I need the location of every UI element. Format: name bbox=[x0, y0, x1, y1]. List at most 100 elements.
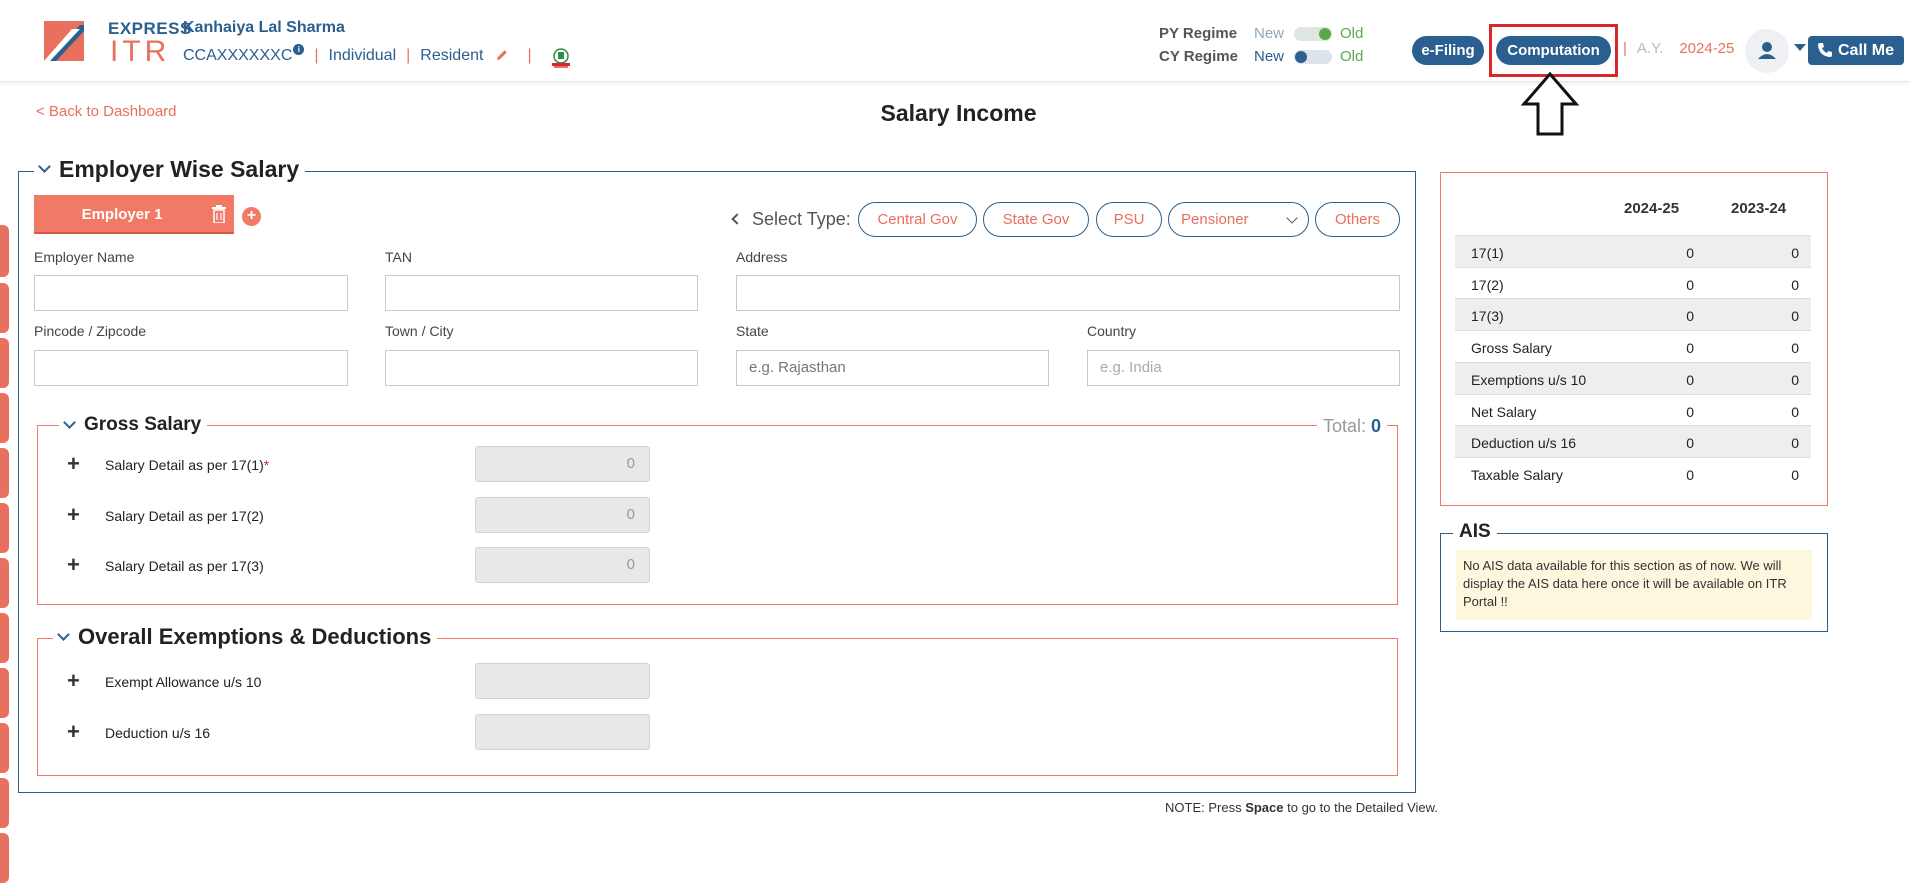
employer-tab[interactable]: Employer 1 bbox=[34, 195, 234, 234]
side-rail-tab[interactable] bbox=[0, 448, 9, 498]
summary-row-previous: 0 bbox=[1791, 308, 1799, 324]
efiling-button[interactable]: e-Filing bbox=[1412, 36, 1484, 65]
deduction-16-input[interactable] bbox=[475, 714, 650, 750]
page-title: Salary Income bbox=[0, 100, 1909, 127]
divider: | bbox=[527, 47, 532, 64]
summary-row-label: Taxable Salary bbox=[1471, 467, 1563, 483]
logo-itr-text: ITR bbox=[110, 35, 171, 68]
py-regime-toggle[interactable] bbox=[1294, 26, 1332, 41]
side-rail-tab[interactable] bbox=[0, 393, 9, 443]
expand-17-1-plus-icon[interactable]: + bbox=[67, 451, 80, 477]
summary-row-current: 0 bbox=[1686, 340, 1694, 356]
divider: | bbox=[406, 47, 411, 64]
required-asterisk: * bbox=[263, 457, 270, 473]
employer-name-label: Employer Name bbox=[34, 249, 135, 265]
summary-row-label: Gross Salary bbox=[1471, 340, 1552, 356]
employer-tab-label: Employer 1 bbox=[81, 206, 163, 223]
summary-row-current: 0 bbox=[1686, 372, 1694, 388]
page: EXPRESS ITR Kanhaiya Lal Sharma CCAXXXXX… bbox=[0, 0, 1909, 889]
expand-exempt-allowance-plus-icon[interactable]: + bbox=[67, 668, 80, 694]
info-icon[interactable]: i bbox=[293, 43, 305, 55]
ay-value[interactable]: 2024-25 bbox=[1679, 40, 1734, 57]
town-city-input[interactable] bbox=[385, 350, 698, 386]
residency-status: Resident bbox=[420, 47, 484, 64]
side-rail-tab[interactable] bbox=[0, 668, 9, 718]
side-rail-tab[interactable] bbox=[0, 225, 9, 277]
side-rail-tab[interactable] bbox=[0, 723, 9, 773]
gross-salary-legend[interactable]: Gross Salary bbox=[59, 414, 208, 436]
toggle-knob bbox=[1319, 27, 1331, 40]
salary-17-2-input[interactable]: 0 bbox=[475, 497, 650, 533]
state-input[interactable]: e.g. Rajasthan bbox=[736, 350, 1049, 386]
cy-regime-toggle[interactable] bbox=[1294, 49, 1332, 64]
salary-17-2-label: Salary Detail as per 17(2) bbox=[105, 508, 264, 524]
expand-17-3-plus-icon[interactable]: + bbox=[67, 552, 80, 578]
side-rail-tab[interactable] bbox=[0, 778, 9, 828]
exempt-allowance-input[interactable] bbox=[475, 663, 650, 699]
summary-row-previous: 0 bbox=[1791, 372, 1799, 388]
summary-col-current: 2024-25 bbox=[1624, 200, 1680, 217]
side-rail-tab[interactable] bbox=[0, 283, 9, 333]
salary-17-3-input[interactable]: 0 bbox=[475, 547, 650, 583]
emblem-icon bbox=[546, 46, 576, 70]
call-me-button[interactable]: Call Me bbox=[1808, 36, 1904, 65]
exempt-allowance-label: Exempt Allowance u/s 10 bbox=[105, 674, 262, 690]
trash-icon[interactable] bbox=[212, 205, 226, 223]
cy-regime-new-label: New bbox=[1254, 48, 1285, 65]
summary-row: Taxable Salary 0 0 bbox=[1455, 457, 1811, 489]
address-input[interactable] bbox=[736, 275, 1400, 311]
express-itr-logo[interactable]: EXPRESS ITR bbox=[44, 19, 191, 68]
summary-col-previous: 2023-24 bbox=[1731, 200, 1787, 217]
user-avatar[interactable] bbox=[1745, 29, 1789, 73]
summary-row-current: 0 bbox=[1686, 308, 1694, 324]
employer-name-input[interactable] bbox=[34, 275, 348, 311]
summary-row-current: 0 bbox=[1686, 277, 1694, 293]
expand-deduction-16-plus-icon[interactable]: + bbox=[67, 719, 80, 745]
deduction-16-label: Deduction u/s 16 bbox=[105, 725, 211, 741]
side-rail-tab[interactable] bbox=[0, 833, 9, 883]
py-regime-old-label: Old bbox=[1340, 25, 1364, 42]
type-psu-button[interactable]: PSU bbox=[1096, 202, 1162, 237]
exemptions-legend[interactable]: Overall Exemptions & Deductions bbox=[53, 624, 438, 650]
summary-row-previous: 0 bbox=[1791, 435, 1799, 451]
user-details: CCAXXXXXXC i | Individual | Resident | bbox=[183, 43, 576, 70]
ais-message: No AIS data available for this section a… bbox=[1456, 550, 1812, 620]
summary-row-previous: 0 bbox=[1791, 245, 1799, 261]
ais-panel: AIS No AIS data available for this secti… bbox=[1440, 521, 1828, 632]
edit-pencil-icon[interactable] bbox=[495, 48, 509, 65]
chevron-down-icon[interactable] bbox=[1794, 44, 1806, 51]
side-rail-tab[interactable] bbox=[0, 613, 9, 663]
summary-row-previous: 0 bbox=[1791, 277, 1799, 293]
phone-icon bbox=[1818, 43, 1832, 57]
employer-section-legend[interactable]: Employer Wise Salary bbox=[34, 156, 306, 183]
salary-17-3-label: Salary Detail as per 17(3) bbox=[105, 558, 264, 574]
pincode-input[interactable] bbox=[34, 350, 348, 386]
country-label: Country bbox=[1087, 323, 1137, 339]
salary-17-1-input[interactable]: 0 bbox=[475, 446, 650, 482]
type-others-button[interactable]: Others bbox=[1315, 202, 1400, 237]
chevron-left-icon[interactable] bbox=[731, 213, 743, 225]
type-state-gov-button[interactable]: State Gov bbox=[983, 202, 1089, 237]
expand-17-2-plus-icon[interactable]: + bbox=[67, 502, 80, 528]
summary-row-label: 17(3) bbox=[1471, 308, 1504, 324]
employer-section-title: Employer Wise Salary bbox=[59, 156, 300, 182]
side-rail-tab[interactable] bbox=[0, 503, 9, 553]
summary-row-current: 0 bbox=[1686, 404, 1694, 420]
type-central-gov-button[interactable]: Central Gov bbox=[858, 202, 977, 237]
py-regime-new-label: New bbox=[1254, 25, 1285, 42]
tan-input[interactable] bbox=[385, 275, 698, 311]
summary-row-current: 0 bbox=[1686, 435, 1694, 451]
summary-row: 17(3) 0 0 bbox=[1455, 298, 1811, 330]
summary-row-label: 17(1) bbox=[1471, 245, 1504, 261]
type-pensioner-select[interactable]: Pensioner bbox=[1168, 202, 1309, 237]
py-regime-label: PY Regime bbox=[1159, 25, 1238, 42]
side-rail-tab[interactable] bbox=[0, 338, 9, 388]
note-key: Space bbox=[1245, 800, 1284, 815]
side-rail-tab[interactable] bbox=[0, 558, 9, 608]
logo-mark-icon bbox=[44, 21, 84, 61]
salary-17-1-text: Salary Detail as per 17(1) bbox=[105, 457, 264, 473]
select-type-label: Select Type: bbox=[752, 209, 851, 229]
add-employer-button[interactable]: + bbox=[242, 207, 261, 226]
country-input[interactable]: e.g. India bbox=[1087, 350, 1400, 386]
summary-row: Net Salary 0 0 bbox=[1455, 394, 1811, 426]
